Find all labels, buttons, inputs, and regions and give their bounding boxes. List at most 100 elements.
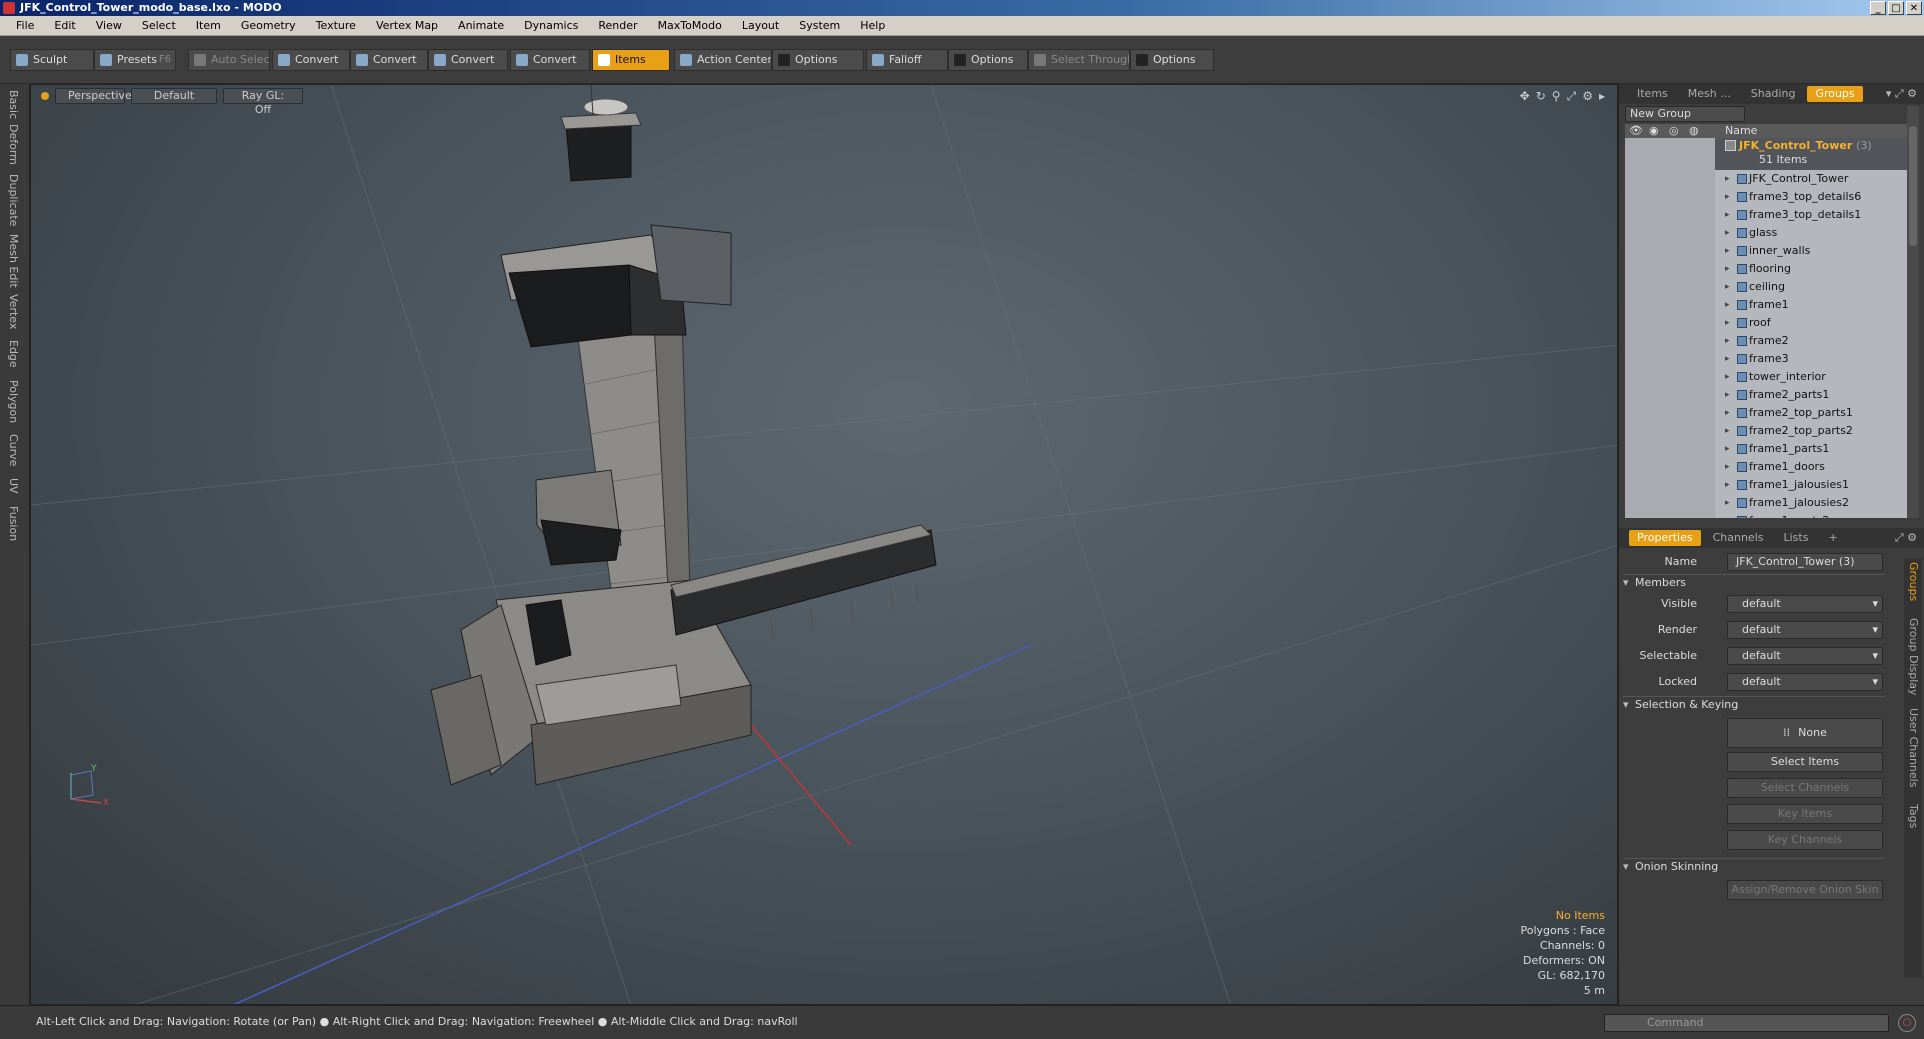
convert-button-2[interactable]: Convert xyxy=(350,49,428,71)
tree-group-item[interactable]: ▸ frame3 xyxy=(1715,350,1907,368)
tab-shading[interactable]: Shading xyxy=(1743,86,1804,102)
expand-arrow-icon[interactable]: ▸ xyxy=(1725,260,1730,278)
tab-curve[interactable]: Curve xyxy=(7,434,20,466)
rotate-icon[interactable]: ↻ xyxy=(1536,89,1546,104)
menu-edit[interactable]: Edit xyxy=(44,19,85,32)
tree-group-item[interactable]: ▸ frame1_jalousies2 xyxy=(1715,494,1907,512)
tree-group-item[interactable]: ▸ frame1_parts2 xyxy=(1715,512,1907,518)
tree-group-item[interactable]: ▸ frame2 xyxy=(1715,332,1907,350)
tree-group-item[interactable]: ▸ flooring xyxy=(1715,260,1907,278)
expand-arrow-icon[interactable]: ▸ xyxy=(1725,332,1730,350)
select-items-button[interactable]: Select Items xyxy=(1727,752,1883,772)
side-tab-groups[interactable]: Groups xyxy=(1907,562,1920,601)
menu-file[interactable]: File xyxy=(6,19,44,32)
select-column-icon[interactable]: ◍ xyxy=(1689,124,1699,138)
close-button[interactable]: ✕ xyxy=(1906,1,1922,15)
tree-toggle-columns[interactable] xyxy=(1625,138,1715,518)
tree-group-item[interactable]: ▸ frame2_parts1 xyxy=(1715,386,1907,404)
menu-help[interactable]: Help xyxy=(850,19,895,32)
fit-icon[interactable]: ⤢ xyxy=(1567,89,1577,104)
tab-groups[interactable]: Groups xyxy=(1807,86,1863,102)
panel-expand-icon[interactable]: ⤢ ⚙ xyxy=(1895,531,1917,545)
tree-group-item[interactable]: ▸ frame1 xyxy=(1715,296,1907,314)
side-tab-user-channels[interactable]: User Channels xyxy=(1907,708,1920,787)
expand-arrow-icon[interactable]: ▸ xyxy=(1725,170,1730,188)
menu-vertex-map[interactable]: Vertex Map xyxy=(366,19,448,32)
menu-item[interactable]: Item xyxy=(186,19,231,32)
items-mode-button[interactable]: Items xyxy=(592,49,670,71)
menu-render[interactable]: Render xyxy=(588,19,647,32)
select-through-button[interactable]: Select Through xyxy=(1028,49,1130,71)
select-options-button[interactable]: Options xyxy=(1130,49,1214,71)
falloff-button[interactable]: Falloff xyxy=(866,49,948,71)
tree-root-group[interactable]: JFK_Control_Tower (3) 51 Items xyxy=(1715,138,1907,170)
name-field[interactable]: JFK_Control_Tower (3) xyxy=(1727,553,1883,571)
key-channels-button[interactable]: Key Channels xyxy=(1727,830,1883,850)
menu-dynamics[interactable]: Dynamics xyxy=(514,19,588,32)
falloff-options-button[interactable]: Options xyxy=(948,49,1028,71)
menu-layout[interactable]: Layout xyxy=(732,19,789,32)
auto-select-button[interactable]: Auto Select xyxy=(188,49,270,71)
tab-lists[interactable]: Lists xyxy=(1776,530,1817,546)
sculpt-button[interactable]: Sculpt xyxy=(10,49,94,71)
tree-group-item[interactable]: ▸ roof xyxy=(1715,314,1907,332)
menu-view[interactable]: View xyxy=(86,19,132,32)
stop-icon[interactable]: ○ xyxy=(1898,1014,1916,1032)
visibility-column-icon[interactable]: 👁 xyxy=(1629,124,1643,138)
play-icon[interactable]: ▸ xyxy=(1599,89,1605,104)
new-group-button[interactable]: New Group xyxy=(1625,106,1745,122)
minimize-button[interactable]: _ xyxy=(1870,1,1886,15)
side-tab-tags[interactable]: Tags xyxy=(1907,804,1920,828)
3d-viewport[interactable]: Y X Perspective Default Ray GL: Off ✥ ↻ … xyxy=(30,84,1618,1005)
tab-properties[interactable]: Properties xyxy=(1629,530,1701,546)
expand-arrow-icon[interactable]: ▸ xyxy=(1725,494,1730,512)
selectable-dropdown[interactable]: default xyxy=(1727,647,1883,665)
tree-group-item[interactable]: ▸ frame1_jalousies1 xyxy=(1715,476,1907,494)
tree-scroll-thumb[interactable] xyxy=(1909,126,1917,246)
expand-arrow-icon[interactable]: ▸ xyxy=(1725,296,1730,314)
convert-button-3[interactable]: Convert xyxy=(428,49,508,71)
tab-uv[interactable]: UV xyxy=(7,478,20,494)
menu-geometry[interactable]: Geometry xyxy=(231,19,306,32)
tree-group-item[interactable]: ▸ glass xyxy=(1715,224,1907,242)
gear-icon[interactable]: ⚙ xyxy=(1582,89,1593,104)
tree-group-item[interactable]: ▸ frame1_doors xyxy=(1715,458,1907,476)
expand-arrow-icon[interactable]: ▸ xyxy=(1725,458,1730,476)
tab-items[interactable]: Items xyxy=(1629,86,1676,102)
tab-deform[interactable]: Deform xyxy=(7,124,20,165)
expand-arrow-icon[interactable]: ▸ xyxy=(1725,440,1730,458)
maximize-button[interactable]: □ xyxy=(1888,1,1904,15)
action-center-button[interactable]: Action Center xyxy=(674,49,772,71)
onion-skin-button[interactable]: Assign/Remove Onion Skin xyxy=(1727,880,1883,900)
onion-skinning-section[interactable]: Onion Skinning xyxy=(1623,858,1885,875)
expand-arrow-icon[interactable]: ▸ xyxy=(1725,224,1730,242)
tab-edge[interactable]: Edge xyxy=(7,340,20,368)
expand-arrow-icon[interactable]: ▸ xyxy=(1725,206,1730,224)
view-mode-dropdown[interactable]: Perspective xyxy=(55,88,132,104)
menu-animate[interactable]: Animate xyxy=(448,19,514,32)
presets-button[interactable]: Presets F6 xyxy=(94,49,176,71)
expand-arrow-icon[interactable]: ▸ xyxy=(1725,314,1730,332)
command-input[interactable]: Command xyxy=(1604,1014,1889,1032)
expand-arrow-icon[interactable]: ▸ xyxy=(1725,188,1730,206)
tree-group-item[interactable]: ▸ tower_interior xyxy=(1715,368,1907,386)
tree-group-item[interactable]: ▸ frame1_parts1 xyxy=(1715,440,1907,458)
expand-arrow-icon[interactable]: ▸ xyxy=(1725,368,1730,386)
expand-arrow-icon[interactable]: ▸ xyxy=(1725,350,1730,368)
tab-polygon[interactable]: Polygon xyxy=(7,380,20,423)
visible-dropdown[interactable]: default xyxy=(1727,595,1883,613)
tree-group-item[interactable]: ▸ frame3_top_details6 xyxy=(1715,188,1907,206)
name-column-header[interactable]: Name xyxy=(1725,124,1757,138)
tab-add[interactable]: + xyxy=(1820,530,1845,546)
lock-column-icon[interactable]: ◎ xyxy=(1669,124,1679,138)
render-dropdown[interactable]: default xyxy=(1727,621,1883,639)
key-items-button[interactable]: Key Items xyxy=(1727,804,1883,824)
viewport-menu-icon[interactable] xyxy=(41,92,49,100)
tab-fusion[interactable]: Fusion xyxy=(7,506,20,541)
expand-arrow-icon[interactable]: ▸ xyxy=(1725,476,1730,494)
tree-scrollbar[interactable] xyxy=(1907,106,1919,518)
tree-group-item[interactable]: ▸ inner_walls xyxy=(1715,242,1907,260)
zoom-icon[interactable]: ⚲ xyxy=(1552,89,1561,104)
expand-arrow-icon[interactable]: ▸ xyxy=(1725,422,1730,440)
tree-group-item[interactable]: ▸ frame2_top_parts2 xyxy=(1715,422,1907,440)
